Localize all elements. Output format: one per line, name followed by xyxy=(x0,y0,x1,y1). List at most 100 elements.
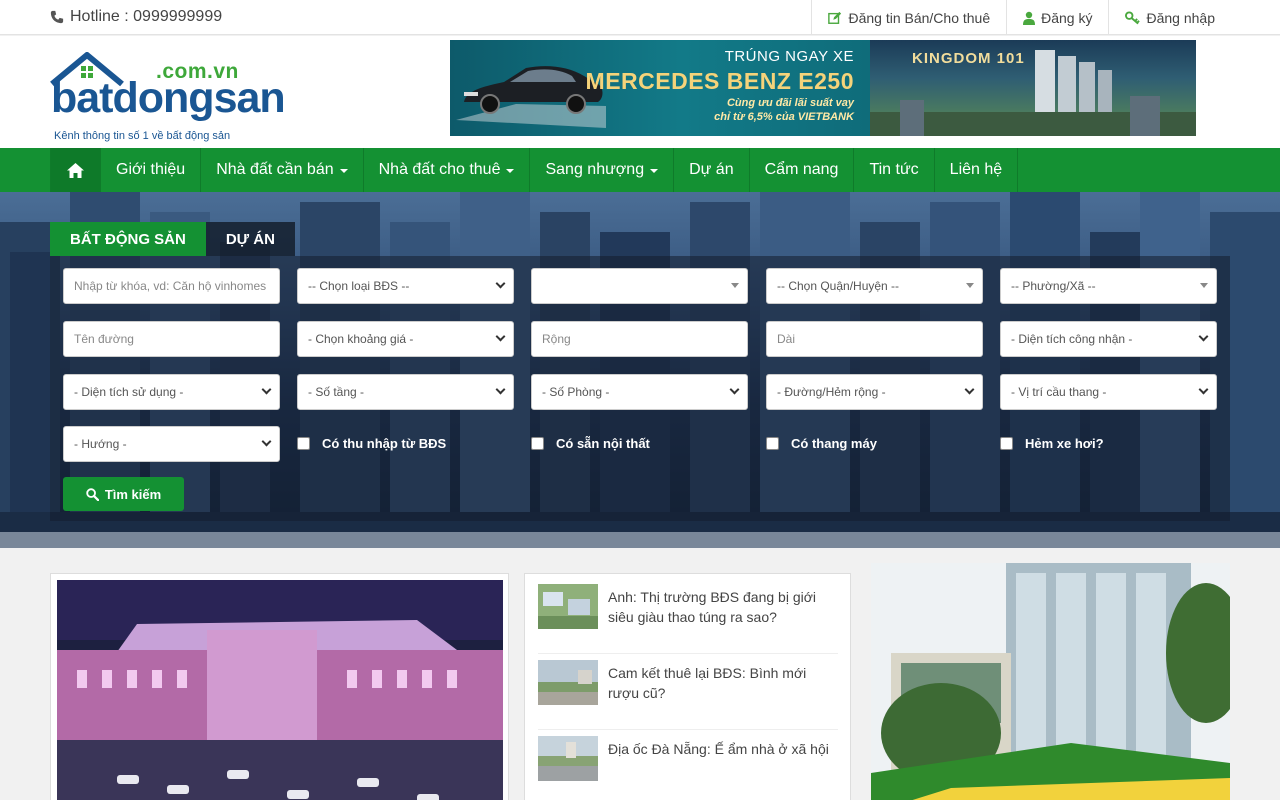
furnished-checkbox[interactable] xyxy=(531,437,544,450)
elevator-checkbox-row[interactable]: Có thang máy xyxy=(766,436,877,451)
income-checkbox-row[interactable]: Có thu nhập từ BĐS xyxy=(297,436,446,451)
nav-contact[interactable]: Liên hệ xyxy=(935,148,1019,192)
chevron-down-icon xyxy=(495,331,506,342)
nav-transfer[interactable]: Sang nhượng xyxy=(530,148,675,192)
keyword-input[interactable]: Nhập từ khóa, vd: Căn hộ vinhomes xyxy=(63,268,280,304)
chevron-down-icon xyxy=(964,384,975,395)
nav-about-label: Giới thiệu xyxy=(116,161,186,178)
news-list-card: Anh: Thị trường BĐS đang bị giới siêu gi… xyxy=(524,573,851,800)
furnished-checkbox-row[interactable]: Có sẵn nội thất xyxy=(531,436,650,451)
post-listing-link[interactable]: Đăng tin Bán/Cho thuê xyxy=(811,0,1006,35)
news-thumbnail xyxy=(538,660,598,705)
road-width-select[interactable]: - Đường/Hẻm rộng - xyxy=(766,374,983,410)
key-icon xyxy=(1125,10,1141,24)
tab-projects-label: DỰ ÁN xyxy=(225,230,275,248)
price-value: - Chọn khoảng giá - xyxy=(308,332,414,346)
nav-items: Giới thiệu Nhà đất cần bán Nhà đất cho t… xyxy=(50,148,1019,192)
stair-position-value: - Vị trí cầu thang - xyxy=(1011,385,1107,399)
district-select[interactable]: -- Chọn Quận/Huyện -- xyxy=(766,268,983,304)
hotline-text: Hotline : 0999999999 xyxy=(70,8,223,25)
direction-select[interactable]: - Hướng - xyxy=(63,426,280,462)
car-alley-checkbox-label: Hẻm xe hơi? xyxy=(1025,436,1104,451)
nav-about[interactable]: Giới thiệu xyxy=(101,148,202,192)
search-icon xyxy=(86,487,99,501)
keyword-placeholder: Nhập từ khóa, vd: Căn hộ vinhomes xyxy=(74,279,267,293)
car-alley-checkbox[interactable] xyxy=(1000,437,1013,450)
banner-line-3: Cùng ưu đãi lãi suất vay xyxy=(726,97,854,109)
search-button-label: Tìm kiếm xyxy=(104,486,162,502)
car-image xyxy=(456,66,606,128)
login-link[interactable]: Đăng nhập xyxy=(1108,0,1231,35)
search-button[interactable]: Tìm kiếm xyxy=(63,477,184,511)
tab-projects[interactable]: DỰ ÁN xyxy=(205,222,295,256)
news-thumb-image xyxy=(538,660,598,705)
news-thumbnail xyxy=(538,584,598,629)
chevron-down-icon xyxy=(495,384,506,395)
nav-news[interactable]: Tin tức xyxy=(854,148,935,192)
user-icon xyxy=(1023,11,1036,25)
search-tabs: BẤT ĐỘNG SẢN DỰ ÁN xyxy=(50,222,295,256)
used-area-value: - Diện tích sử dụng - xyxy=(74,385,184,399)
income-checkbox[interactable] xyxy=(297,437,310,450)
floors-select[interactable]: - Số tầng - xyxy=(297,374,514,410)
banner-mercedes: TRÚNG NGAY XE MERCEDES BENZ E250 Cùng ưu… xyxy=(450,40,870,136)
post-listing-label: Đăng tin Bán/Cho thuê xyxy=(848,9,991,26)
car-alley-checkbox-row[interactable]: Hẻm xe hơi? xyxy=(1000,436,1104,451)
income-checkbox-label: Có thu nhập từ BĐS xyxy=(322,436,447,451)
nav-handbook[interactable]: Cẩm nang xyxy=(750,148,855,192)
news-item[interactable]: Anh: Thị trường BĐS đang bị giới siêu gi… xyxy=(538,584,838,654)
property-type-value: -- Chọn loại BĐS -- xyxy=(308,279,410,293)
register-link[interactable]: Đăng ký xyxy=(1006,0,1108,35)
hotline: Hotline : 0999999999 xyxy=(50,8,222,26)
nav-transfer-label: Sang nhượng xyxy=(545,161,645,178)
rooms-select[interactable]: - Số Phòng - xyxy=(531,374,748,410)
ad-banner[interactable]: TRÚNG NGAY XE MERCEDES BENZ E250 Cùng ưu… xyxy=(450,40,1196,136)
station-photo xyxy=(57,580,503,800)
chevron-down-icon xyxy=(261,436,272,447)
caret-down-icon xyxy=(731,283,739,288)
street-placeholder: Tên đường xyxy=(74,332,134,346)
logo-wordmark: batdongsan xyxy=(51,74,286,122)
news-thumb-image xyxy=(538,736,598,781)
elevator-checkbox[interactable] xyxy=(766,437,779,450)
nav-for-sale[interactable]: Nhà đất cần bán xyxy=(201,148,364,192)
recognized-area-select[interactable]: - Diện tích công nhận - xyxy=(1000,321,1217,357)
nav-projects-label: Dự án xyxy=(689,161,734,178)
featured-building-image[interactable] xyxy=(871,563,1230,800)
news-thumb-image xyxy=(538,584,598,629)
city-select[interactable] xyxy=(531,268,748,304)
phone-icon xyxy=(50,10,64,24)
caret-down-icon xyxy=(650,169,659,173)
road-width-value: - Đường/Hẻm rộng - xyxy=(777,385,886,399)
property-type-select[interactable]: -- Chọn loại BĐS -- xyxy=(297,268,514,304)
nav-handbook-label: Cẩm nang xyxy=(764,161,839,178)
news-item[interactable]: Địa ốc Đà Nẵng: Ế ẩm nhà ở xã hội xyxy=(538,736,838,800)
nav-for-rent[interactable]: Nhà đất cho thuê xyxy=(364,148,531,192)
price-select[interactable]: - Chọn khoảng giá - xyxy=(297,321,514,357)
featured-news-card[interactable] xyxy=(50,573,509,800)
furnished-checkbox-label: Có sẵn nội thất xyxy=(556,436,650,451)
caret-down-icon xyxy=(1200,283,1208,288)
ward-select[interactable]: -- Phường/Xã -- xyxy=(1000,268,1217,304)
rooms-value: - Số Phòng - xyxy=(542,385,610,399)
stair-position-select[interactable]: - Vị trí cầu thang - xyxy=(1000,374,1217,410)
logo-tagline: Kênh thông tin số 1 về bất động sản xyxy=(54,130,231,142)
street-input[interactable]: Tên đường xyxy=(63,321,280,357)
nav-projects[interactable]: Dự án xyxy=(674,148,750,192)
nav-news-label: Tin tức xyxy=(869,161,919,178)
site-logo[interactable]: .com.vn batdongsan Kênh thông tin số 1 v… xyxy=(50,50,286,146)
edit-icon xyxy=(828,11,842,24)
width-input[interactable]: Rộng xyxy=(531,321,748,357)
nav-contact-label: Liên hệ xyxy=(949,161,1003,178)
recognized-area-value: - Diện tích công nhận - xyxy=(1011,332,1133,346)
header: .com.vn batdongsan Kênh thông tin số 1 v… xyxy=(0,36,1280,148)
tab-real-estate[interactable]: BẤT ĐỘNG SẢN xyxy=(50,222,206,256)
used-area-select[interactable]: - Diện tích sử dụng - xyxy=(63,374,280,410)
news-item[interactable]: Cam kết thuê lại BĐS: Bình mới rượu cũ? xyxy=(538,660,838,730)
chevron-down-icon xyxy=(1198,384,1209,395)
nav-home[interactable] xyxy=(50,148,101,192)
caret-down-icon xyxy=(506,169,515,173)
search-panel: Nhập từ khóa, vd: Căn hộ vinhomes -- Chọ… xyxy=(50,256,1230,521)
length-input[interactable]: Dài xyxy=(766,321,983,357)
tab-real-estate-label: BẤT ĐỘNG SẢN xyxy=(70,230,186,248)
